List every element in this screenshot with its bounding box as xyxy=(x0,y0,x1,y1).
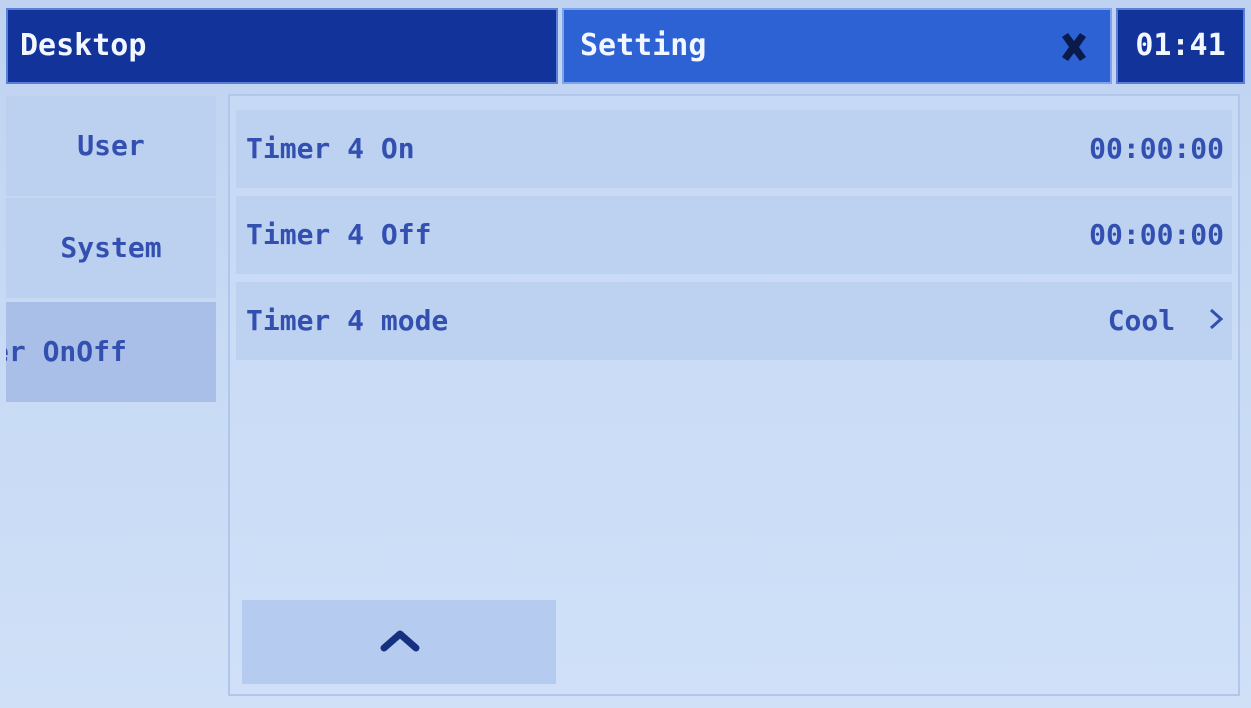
screen: Desktop Setting 01:41 User System er OnO… xyxy=(0,0,1251,708)
sidebar-item-timer-onoff[interactable]: er OnOff xyxy=(6,302,216,402)
setting-value: 00:00:00 xyxy=(1089,132,1224,165)
sidebar-item-label: User xyxy=(77,129,145,162)
settings-panel: Timer 4 On 00:00:00 Timer 4 Off 00:00:00… xyxy=(228,94,1240,696)
chevron-up-icon xyxy=(380,630,420,652)
close-icon xyxy=(1062,33,1086,61)
setting-label: Timer 4 On xyxy=(246,132,415,165)
sidebar-item-label: er OnOff xyxy=(6,335,127,368)
close-button[interactable] xyxy=(1052,24,1096,68)
top-bar: Desktop Setting 01:41 xyxy=(6,8,1245,84)
chevron-right-icon xyxy=(1208,282,1224,360)
sidebar: User System er OnOff xyxy=(6,90,216,696)
setting-value: 00:00:00 xyxy=(1089,218,1224,251)
title-bar: Setting xyxy=(562,8,1112,84)
setting-label: Timer 4 Off xyxy=(246,218,432,251)
clock: 01:41 xyxy=(1116,8,1245,84)
setting-value: Cool xyxy=(1107,304,1176,337)
scroll-up-button[interactable] xyxy=(242,600,556,684)
setting-row-timer-mode[interactable]: Timer 4 mode Cool xyxy=(236,282,1232,360)
setting-row-timer-off[interactable]: Timer 4 Off 00:00:00 xyxy=(236,196,1232,274)
desktop-tab[interactable]: Desktop xyxy=(6,8,558,84)
sidebar-item-system[interactable]: System xyxy=(6,198,216,298)
window-title: Setting xyxy=(580,28,707,63)
sidebar-item-label: System xyxy=(60,231,162,264)
sidebar-item-user[interactable]: User xyxy=(6,96,216,196)
setting-value-wrap: Cool xyxy=(1108,282,1224,360)
setting-label: Timer 4 mode xyxy=(246,304,449,337)
setting-row-timer-on[interactable]: Timer 4 On 00:00:00 xyxy=(236,110,1232,188)
